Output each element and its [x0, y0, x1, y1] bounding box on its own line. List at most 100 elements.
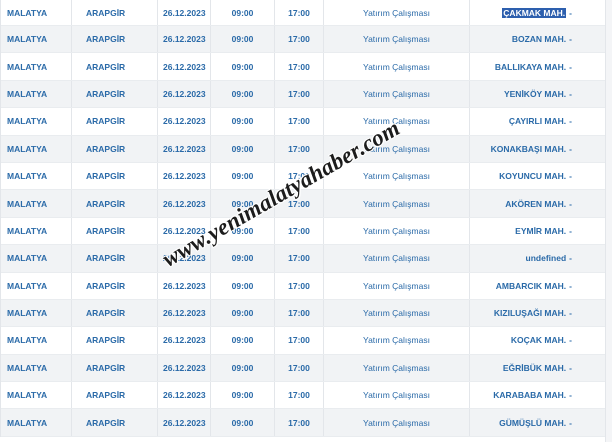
city-cell: MALATYA	[1, 409, 72, 436]
table-row: MALATYA ARAPGİR 26.12.2023 09:00 17:00 Yatırı…	[1, 190, 612, 218]
neighborhood-cell: ÇAYIRLI MAH. -	[470, 108, 612, 134]
neighborhood-cell: KONAKBAŞI MAH. -	[470, 136, 612, 162]
table-row: MALATYA ARAPGİR 26.12.2023 09:00 17:00 Yatırı…	[1, 409, 612, 437]
city-cell: MALATYA	[1, 299, 72, 327]
start-time-cell: 09:00	[211, 53, 275, 80]
city-cell: MALATYA	[1, 245, 72, 272]
neighborhood-cell: undefined -	[470, 245, 612, 271]
neighborhood-name: ÇAYIRLI MAH.	[508, 116, 567, 127]
end-time-cell: 17:00	[275, 26, 324, 53]
city-cell: MALATYA	[1, 135, 72, 162]
end-time-cell: 17:00	[275, 409, 324, 436]
start-time-cell: 09:00	[211, 80, 275, 108]
date-cell: 26.12.2023	[158, 327, 211, 354]
start-time-cell: 09:00	[211, 190, 275, 217]
neighborhood-suffix: -	[569, 116, 572, 127]
table-row: MALATYA ARAPGİR 26.12.2023 09:00 17:00 Yatırı…	[1, 108, 612, 136]
district-cell: ARAPGİR	[72, 162, 158, 190]
date-cell: 26.12.2023	[158, 26, 211, 53]
neighborhood-cell: BALLIKAYA MAH. -	[470, 53, 612, 79]
reason-cell: Yatırım Çalışması	[324, 272, 470, 299]
district-cell: ARAPGİR	[72, 26, 158, 53]
neighborhood-cell: ÇAKMAK MAH. -	[470, 0, 612, 25]
neighborhood-suffix: -	[569, 253, 572, 264]
end-time-cell: 17:00	[275, 217, 324, 245]
reason-cell: Yatırım Çalışması	[324, 327, 470, 354]
table-row: MALATYA ARAPGİR 26.12.2023 09:00 17:00 Yatırı…	[1, 53, 612, 81]
neighborhood-name[interactable]: ÇAKMAK MAH.	[502, 7, 567, 18]
end-time-cell: 17:00	[275, 190, 324, 217]
city-cell: MALATYA	[1, 190, 72, 217]
neighborhood-cell: AMBARCIK MAH. -	[470, 273, 612, 299]
reason-cell: Yatırım Çalışması	[324, 162, 470, 190]
end-time-cell: 17:00	[275, 80, 324, 108]
neighborhood-cell: KOÇAK MAH. -	[470, 327, 612, 353]
reason-cell: Yatırım Çalışması	[324, 382, 470, 409]
district-cell: ARAPGİR	[72, 299, 158, 327]
neighborhood-suffix: -	[569, 198, 572, 209]
district-cell: ARAPGİR	[72, 382, 158, 409]
neighborhood-cell: EĞRİBÜK MAH. -	[470, 355, 612, 381]
table-row: MALATYA ARAPGİR 26.12.2023 09:00 17:00 Yatırı…	[1, 382, 612, 410]
start-time-cell: 09:00	[211, 135, 275, 162]
date-cell: 26.12.2023	[158, 245, 211, 272]
neighborhood-name: EĞRİBÜK MAH.	[502, 362, 567, 373]
neighborhood-name: KOYUNCU MAH.	[499, 171, 567, 182]
date-cell: 26.12.2023	[158, 53, 211, 80]
table-row: MALATYA ARAPGİR 26.12.2023 09:00 17:00 Yatırı…	[1, 80, 612, 109]
table-row: MALATYA ARAPGİR 26.12.2023 09:00 17:00 Yatırı…	[1, 354, 612, 383]
neighborhood-suffix: -	[569, 225, 572, 236]
table-row: MALATYA ARAPGİR 26.12.2023 09:00 17:00 Yatırı…	[1, 272, 612, 300]
end-time-cell: 17:00	[275, 245, 324, 272]
city-cell: MALATYA	[1, 354, 72, 382]
neighborhood-name: GÜMÜŞLÜ MAH.	[499, 417, 567, 428]
start-time-cell: 09:00	[211, 26, 275, 53]
neighborhood-name: undefined	[525, 253, 567, 264]
reason-cell: Yatırım Çalışması	[324, 217, 470, 245]
neighborhood-name: AKÖREN MAH.	[505, 198, 567, 209]
end-time-cell: 17:00	[275, 162, 324, 190]
neighborhood-name: KIZILUŞAĞI MAH.	[493, 308, 567, 319]
date-cell: 26.12.2023	[158, 382, 211, 409]
neighborhood-cell: BOZAN MAH. -	[470, 26, 612, 52]
neighborhood-name: BALLIKAYA MAH.	[494, 61, 567, 72]
city-cell: MALATYA	[1, 53, 72, 80]
date-cell: 26.12.2023	[158, 190, 211, 217]
neighborhood-cell: KIZILUŞAĞI MAH. -	[470, 300, 612, 326]
end-time-cell: 17:00	[275, 299, 324, 327]
reason-cell: Yatırım Çalışması	[324, 80, 470, 108]
reason-cell: Yatırım Çalışması	[324, 26, 470, 53]
start-time-cell: 09:00	[211, 272, 275, 299]
end-time-cell: 17:00	[275, 327, 324, 354]
district-cell: ARAPGİR	[72, 108, 158, 135]
reason-cell: Yatırım Çalışması	[324, 299, 470, 327]
neighborhood-cell: KARABABA MAH. -	[470, 382, 612, 408]
district-cell: ARAPGİR	[72, 0, 158, 25]
scrollbar-track[interactable]	[605, 0, 612, 442]
district-cell: ARAPGİR	[72, 53, 158, 80]
neighborhood-suffix: -	[569, 143, 572, 154]
reason-cell: Yatırım Çalışması	[324, 354, 470, 382]
neighborhood-cell: AKÖREN MAH. -	[470, 190, 612, 216]
city-cell: MALATYA	[1, 26, 72, 53]
district-cell: ARAPGİR	[72, 409, 158, 436]
table-row: MALATYA ARAPGİR 26.12.2023 09:00 17:00 Yatırı…	[1, 162, 612, 191]
reason-cell: Yatırım Çalışması	[324, 245, 470, 272]
city-cell: MALATYA	[1, 80, 72, 108]
end-time-cell: 17:00	[275, 108, 324, 135]
city-cell: MALATYA	[1, 162, 72, 190]
district-cell: ARAPGİR	[72, 272, 158, 299]
neighborhood-suffix: -	[569, 308, 572, 319]
table-row: MALATYA ARAPGİR 26.12.2023 09:00 17:00 Yatırı…	[1, 327, 612, 355]
district-cell: ARAPGİR	[72, 135, 158, 162]
neighborhood-name: YENİKÖY MAH.	[503, 88, 567, 99]
date-cell: 26.12.2023	[158, 108, 211, 135]
city-cell: MALATYA	[1, 272, 72, 299]
neighborhood-cell: EYMİR MAH. -	[470, 218, 612, 244]
start-time-cell: 09:00	[211, 162, 275, 190]
end-time-cell: 17:00	[275, 0, 324, 25]
start-time-cell: 09:00	[211, 382, 275, 409]
date-cell: 26.12.2023	[158, 162, 211, 190]
date-cell: 26.12.2023	[158, 272, 211, 299]
date-cell: 26.12.2023	[158, 217, 211, 245]
